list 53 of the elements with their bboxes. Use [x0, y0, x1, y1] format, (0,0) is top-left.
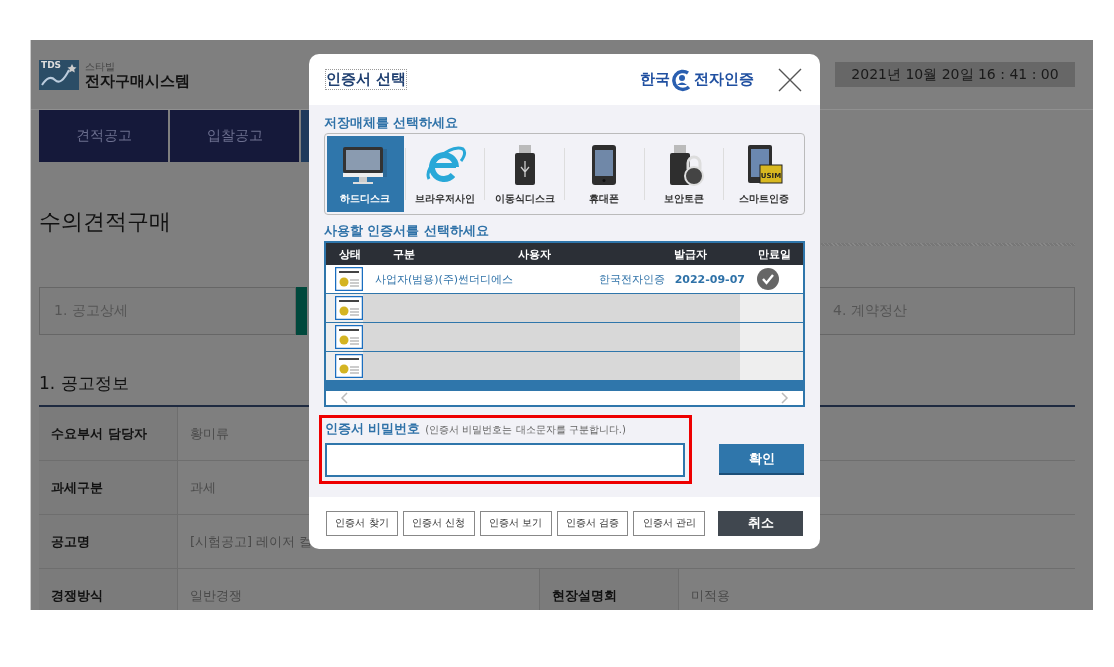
- field-label: 현장설명회: [552, 586, 617, 605]
- media-option[interactable]: 보안토큰: [645, 136, 723, 212]
- certificate-label: 사용할 인증서를 선택하세요: [324, 223, 490, 240]
- certificate-row[interactable]: [326, 352, 803, 381]
- field-label: 과세구분: [51, 478, 103, 497]
- certificate-row[interactable]: [326, 294, 803, 323]
- certificate-expiry: 2022-09-07: [674, 272, 745, 286]
- media-option[interactable]: 이동식디스크: [486, 136, 564, 212]
- certificate-icon: [335, 354, 363, 378]
- brand-text: 한국: [640, 70, 670, 89]
- certificate-row[interactable]: [326, 323, 803, 352]
- media-option[interactable]: 브라우저사인: [406, 136, 484, 212]
- certificate-icon: [335, 325, 363, 349]
- logo-title: 전자구매시스템: [85, 71, 190, 90]
- cancel-button[interactable]: 취소: [718, 510, 803, 536]
- footer-button[interactable]: 인증서 신청: [402, 510, 475, 536]
- column-header: 상태: [338, 246, 362, 262]
- certificate-issuer: 한국전자인증: [598, 271, 665, 287]
- footer-button[interactable]: 인증서 관리: [633, 510, 706, 536]
- nav-tab[interactable]: 입찰공고: [170, 110, 299, 162]
- password-hint: (인증서 비밀번호는 대소문자를 구분합니다.): [425, 423, 626, 437]
- brand-logo-icon: [672, 67, 692, 92]
- footer-button[interactable]: 인증서 찾기: [326, 510, 398, 536]
- check-icon: [757, 268, 779, 290]
- datetime-display: 2021년 10월 20일 16 : 41 : 00: [835, 62, 1075, 87]
- active-step-bar: [296, 287, 307, 335]
- field-label: 수요부서 담당자: [51, 424, 147, 443]
- logo-icon: [39, 60, 79, 90]
- media-option[interactable]: 하드디스크: [327, 136, 404, 212]
- field-label: 경쟁방식: [51, 586, 103, 605]
- brand-text: 전자인증: [694, 70, 754, 89]
- certificate-icon: [335, 296, 363, 320]
- close-icon[interactable]: [778, 67, 802, 92]
- section-title: 1. 공고정보: [39, 372, 129, 395]
- certificate-icon: [335, 267, 363, 291]
- column-header: 만료일: [757, 246, 792, 262]
- media-label: 저장매체를 선택하세요: [324, 115, 460, 132]
- dialog-title: 인증서 선택: [326, 70, 407, 89]
- page-heading: 수의견적구매: [39, 208, 171, 236]
- column-header: 사용자: [516, 246, 552, 262]
- footer-button[interactable]: 인증서 검증: [556, 510, 629, 536]
- certificate-row[interactable]: 사업자(범용)(주)썬더디에스 한국전자인증 2022-09-07: [326, 265, 803, 294]
- media-option[interactable]: 휴대폰: [566, 136, 643, 212]
- column-header: 구분: [392, 246, 416, 262]
- logo-label: TDS: [41, 60, 62, 70]
- password-label: 인증서 비밀번호: [325, 421, 421, 438]
- confirm-button[interactable]: 확인: [719, 444, 804, 475]
- column-header: 발급자: [672, 246, 708, 262]
- password-field[interactable]: [325, 443, 685, 477]
- certificate-name: 사업자(범용)(주)썬더디에스: [375, 271, 515, 287]
- field-label: 공고명: [51, 532, 90, 551]
- nav-tab[interactable]: 견적공고: [39, 110, 168, 162]
- footer-button[interactable]: 인증서 보기: [479, 510, 552, 536]
